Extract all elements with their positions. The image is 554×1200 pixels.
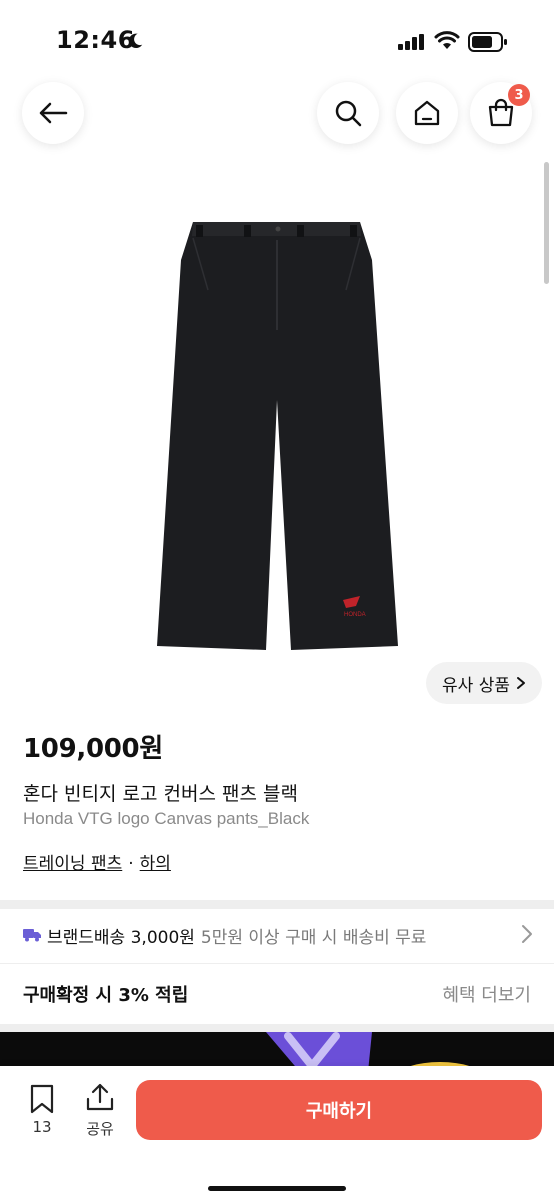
shipping-note: 5만원 이상 구매 시 배송비 무료 bbox=[200, 927, 427, 948]
moon-icon bbox=[128, 33, 143, 49]
share-label: 공유 bbox=[86, 1120, 114, 1138]
similar-products-label: 유사 상품 bbox=[442, 675, 510, 696]
search-icon bbox=[335, 100, 362, 127]
status-time: 12:46 bbox=[56, 26, 135, 54]
breadcrumb-separator: · bbox=[128, 854, 134, 874]
home-icon bbox=[414, 100, 440, 126]
chevron-right-icon bbox=[516, 677, 525, 689]
arrow-left-icon bbox=[39, 102, 68, 124]
product-logo-text: HONDA bbox=[344, 612, 366, 618]
search-button[interactable] bbox=[317, 82, 379, 144]
row-divider bbox=[0, 963, 554, 964]
bottom-action-bar: 13 공유 구매하기 bbox=[0, 1066, 554, 1200]
section-divider bbox=[0, 900, 554, 909]
breadcrumb: 트레이닝 팬츠 · 하의 bbox=[23, 849, 171, 874]
bookmark-icon[interactable] bbox=[26, 1084, 58, 1114]
shipping-fee: 브랜드배송 3,000원 bbox=[47, 927, 195, 948]
benefit-label: 구매확정 시 3% 적립 bbox=[23, 985, 189, 1006]
truck-icon bbox=[23, 929, 41, 942]
home-indicator bbox=[208, 1186, 346, 1191]
product-image[interactable]: HONDA bbox=[0, 150, 554, 700]
product-price: 109,000원 bbox=[23, 734, 163, 764]
home-button[interactable] bbox=[396, 82, 458, 144]
subcategory-link[interactable]: 하의 bbox=[140, 854, 171, 874]
status-bar: 12:46 bbox=[0, 0, 554, 80]
product-title: 혼다 빈티지 로고 컨버스 팬츠 블랙 bbox=[23, 783, 298, 805]
share-icon[interactable] bbox=[84, 1082, 116, 1112]
category-link[interactable]: 트레이닝 팬츠 bbox=[23, 854, 122, 874]
signal-icon bbox=[398, 34, 424, 50]
chevron-right-icon bbox=[522, 925, 532, 943]
battery-icon bbox=[468, 32, 507, 52]
product-subtitle: Honda VTG logo Canvas pants_Black bbox=[23, 809, 310, 828]
bookmark-count: 13 bbox=[32, 1118, 52, 1136]
similar-products-button[interactable]: 유사 상품 bbox=[426, 662, 542, 704]
shipping-info-row[interactable]: 브랜드배송 3,000원 5만원 이상 구매 시 배송비 무료 bbox=[23, 922, 533, 948]
wifi-icon bbox=[434, 31, 460, 49]
back-button[interactable] bbox=[22, 82, 84, 144]
cart-count-badge: 3 bbox=[508, 84, 530, 106]
buy-button[interactable]: 구매하기 bbox=[136, 1080, 542, 1140]
benefit-row: 구매확정 시 3% 적립 혜택 더보기 bbox=[23, 981, 531, 1007]
benefit-more-link[interactable]: 혜택 더보기 bbox=[442, 981, 531, 1007]
section-divider bbox=[0, 1024, 554, 1032]
cart-button[interactable]: 3 bbox=[470, 82, 532, 144]
